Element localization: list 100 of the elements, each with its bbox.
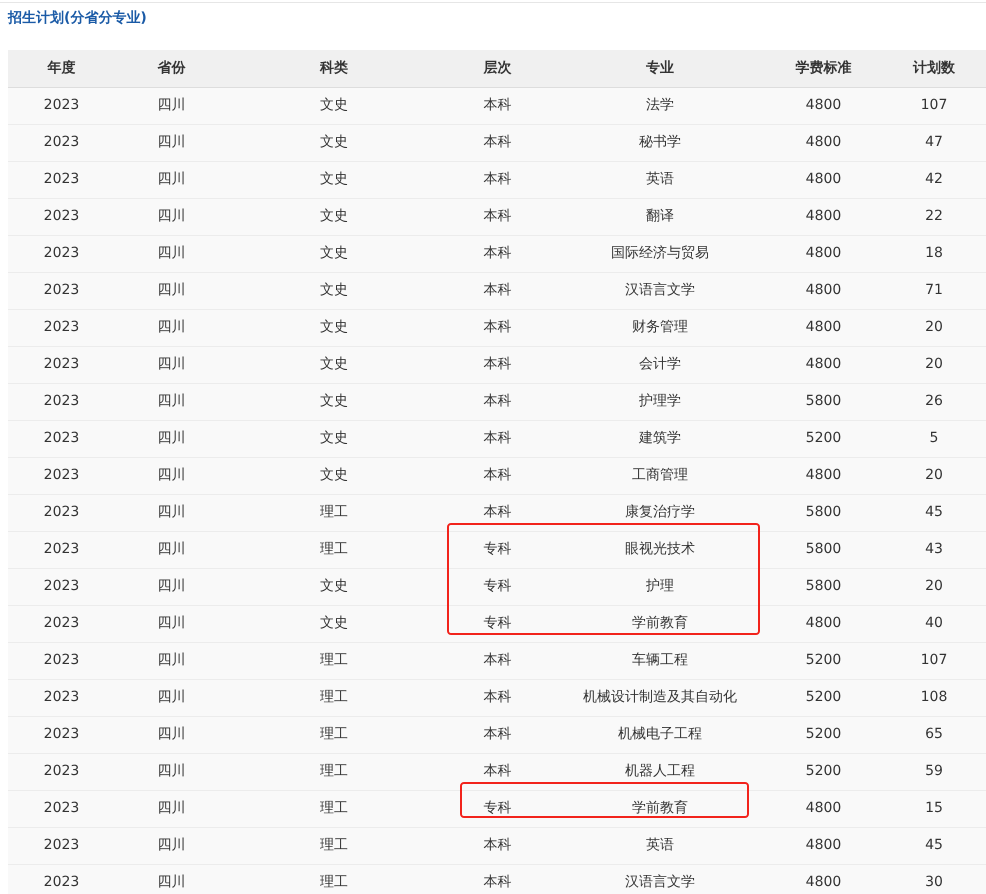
table-cell: 本科 bbox=[440, 457, 555, 494]
table-cell: 4800 bbox=[765, 864, 882, 894]
table-cell: 2023 bbox=[8, 679, 115, 716]
table-cell: 4800 bbox=[765, 457, 882, 494]
table-cell: 本科 bbox=[440, 346, 555, 383]
table-cell: 5200 bbox=[765, 716, 882, 753]
table-cell: 22 bbox=[882, 198, 986, 235]
table-cell: 59 bbox=[882, 753, 986, 790]
table-cell: 108 bbox=[882, 679, 986, 716]
table-cell: 理工 bbox=[228, 642, 440, 679]
table-cell: 5800 bbox=[765, 494, 882, 531]
table-cell: 5200 bbox=[765, 642, 882, 679]
table-cell: 45 bbox=[882, 827, 986, 864]
table-cell: 2023 bbox=[8, 420, 115, 457]
table-cell: 2023 bbox=[8, 716, 115, 753]
table-cell: 20 bbox=[882, 346, 986, 383]
table-cell: 四川 bbox=[115, 420, 228, 457]
table-cell: 四川 bbox=[115, 124, 228, 161]
table-cell: 65 bbox=[882, 716, 986, 753]
table-cell: 2023 bbox=[8, 642, 115, 679]
column-header: 科类 bbox=[228, 50, 440, 87]
table-cell: 4800 bbox=[765, 161, 882, 198]
table-cell: 43 bbox=[882, 531, 986, 568]
table-cell: 四川 bbox=[115, 642, 228, 679]
table-cell: 本科 bbox=[440, 642, 555, 679]
table-cell: 本科 bbox=[440, 198, 555, 235]
table-cell: 四川 bbox=[115, 864, 228, 894]
table-cell: 2023 bbox=[8, 605, 115, 642]
table-cell: 翻译 bbox=[555, 198, 765, 235]
table-cell: 5800 bbox=[765, 383, 882, 420]
column-header: 专业 bbox=[555, 50, 765, 87]
table-cell: 四川 bbox=[115, 309, 228, 346]
table-cell: 2023 bbox=[8, 494, 115, 531]
table-cell: 4800 bbox=[765, 124, 882, 161]
table-cell: 20 bbox=[882, 457, 986, 494]
table-cell: 2023 bbox=[8, 124, 115, 161]
table-cell: 文史 bbox=[228, 161, 440, 198]
table-cell: 本科 bbox=[440, 124, 555, 161]
table-cell: 文史 bbox=[228, 383, 440, 420]
table-cell: 秘书学 bbox=[555, 124, 765, 161]
table-cell: 财务管理 bbox=[555, 309, 765, 346]
table-cell: 康复治疗学 bbox=[555, 494, 765, 531]
table-cell: 四川 bbox=[115, 605, 228, 642]
table-cell: 4800 bbox=[765, 198, 882, 235]
table-cell: 107 bbox=[882, 642, 986, 679]
table-cell: 文史 bbox=[228, 420, 440, 457]
table-cell: 20 bbox=[882, 309, 986, 346]
table-cell: 45 bbox=[882, 494, 986, 531]
table-cell: 5200 bbox=[765, 420, 882, 457]
table-cell: 四川 bbox=[115, 383, 228, 420]
table-cell: 本科 bbox=[440, 827, 555, 864]
table-cell: 文史 bbox=[228, 272, 440, 309]
table-cell: 学前教育 bbox=[555, 605, 765, 642]
table-cell: 四川 bbox=[115, 531, 228, 568]
table-cell: 本科 bbox=[440, 235, 555, 272]
column-header: 学费标准 bbox=[765, 50, 882, 87]
table-cell: 护理学 bbox=[555, 383, 765, 420]
table-cell: 2023 bbox=[8, 827, 115, 864]
table-cell: 四川 bbox=[115, 457, 228, 494]
page-title: 招生计划(分省分专业) bbox=[8, 9, 147, 27]
table-cell: 四川 bbox=[115, 161, 228, 198]
table-cell: 专科 bbox=[440, 790, 555, 827]
table-cell: 2023 bbox=[8, 235, 115, 272]
table-cell: 文史 bbox=[228, 346, 440, 383]
table-cell: 四川 bbox=[115, 716, 228, 753]
table-cell: 42 bbox=[882, 161, 986, 198]
table-cell: 理工 bbox=[228, 864, 440, 894]
table-cell: 107 bbox=[882, 87, 986, 124]
table-cell: 理工 bbox=[228, 827, 440, 864]
table-cell: 英语 bbox=[555, 161, 765, 198]
table-cell: 本科 bbox=[440, 716, 555, 753]
table-cell: 理工 bbox=[228, 531, 440, 568]
table-cell: 2023 bbox=[8, 531, 115, 568]
table-cell: 法学 bbox=[555, 87, 765, 124]
table-cell: 汉语言文学 bbox=[555, 864, 765, 894]
table-cell: 本科 bbox=[440, 864, 555, 894]
table-cell: 四川 bbox=[115, 827, 228, 864]
table-cell: 专科 bbox=[440, 605, 555, 642]
table-cell: 四川 bbox=[115, 346, 228, 383]
table-cell: 4800 bbox=[765, 790, 882, 827]
table-cell: 本科 bbox=[440, 161, 555, 198]
table-cell: 本科 bbox=[440, 383, 555, 420]
table-cell: 30 bbox=[882, 864, 986, 894]
table-cell: 本科 bbox=[440, 87, 555, 124]
table-cell: 5800 bbox=[765, 531, 882, 568]
table-cell: 4800 bbox=[765, 235, 882, 272]
table-cell: 理工 bbox=[228, 790, 440, 827]
table-cell: 护理 bbox=[555, 568, 765, 605]
table-cell: 机械设计制造及其自动化 bbox=[555, 679, 765, 716]
table-cell: 2023 bbox=[8, 309, 115, 346]
table-cell: 文史 bbox=[228, 309, 440, 346]
table-cell: 四川 bbox=[115, 679, 228, 716]
table-cell: 汉语言文学 bbox=[555, 272, 765, 309]
table-cell: 文史 bbox=[228, 198, 440, 235]
table-cell: 四川 bbox=[115, 235, 228, 272]
table-cell: 5200 bbox=[765, 753, 882, 790]
table-cell: 2023 bbox=[8, 383, 115, 420]
table-cell: 5800 bbox=[765, 568, 882, 605]
table-cell: 4800 bbox=[765, 827, 882, 864]
column-header: 年度 bbox=[8, 50, 115, 87]
